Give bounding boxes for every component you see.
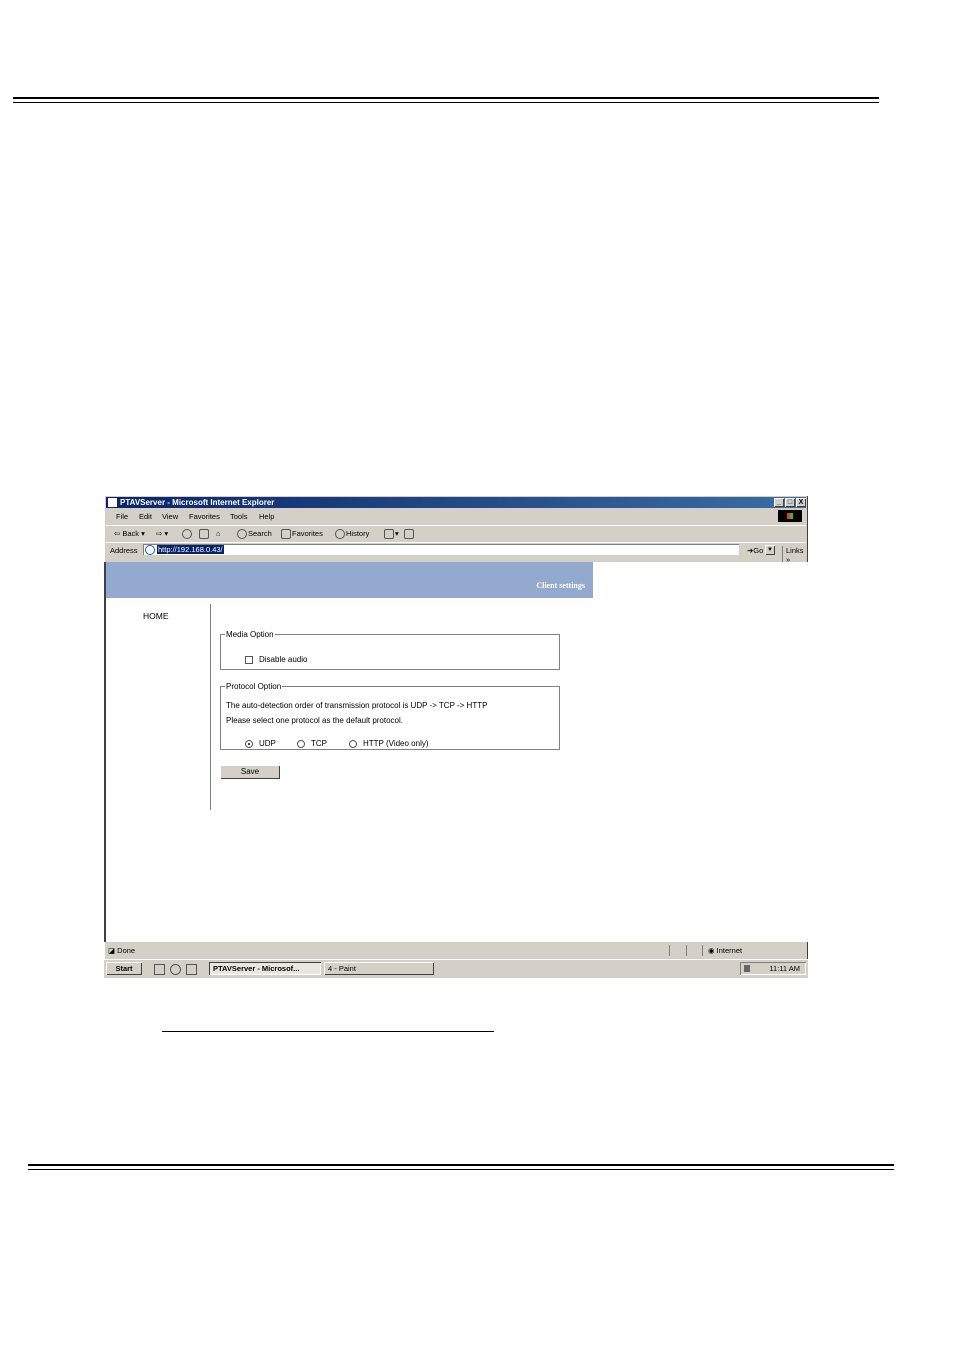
address-input[interactable]: http://192.168.0.43/ ▼ — [143, 544, 775, 555]
radio-tcp[interactable]: TCP — [297, 739, 327, 748]
menu-favorites[interactable]: Favorites — [189, 512, 220, 521]
ie-quicklaunch-icon[interactable] — [170, 964, 181, 975]
print-icon[interactable] — [404, 529, 415, 540]
search-button[interactable]: Search — [237, 529, 272, 540]
menu-tools[interactable]: Tools — [230, 512, 248, 521]
radio-http-circle[interactable] — [349, 739, 357, 748]
nav-home-link[interactable]: HOME — [143, 611, 169, 621]
status-bar: ◪ Done ◉ Internet — [104, 944, 808, 957]
links-label: Links — [786, 546, 804, 555]
task-ptavserver[interactable]: PTAVServer - Microsof... — [209, 962, 321, 975]
menu-edit[interactable]: Edit — [139, 512, 152, 521]
radio-http-label: HTTP (Video only) — [363, 739, 429, 748]
show-desktop-icon[interactable] — [154, 964, 165, 975]
status-divider — [686, 945, 687, 956]
go-label: Go — [753, 546, 764, 555]
favorites-button[interactable]: Favorites — [281, 529, 323, 540]
radio-udp[interactable]: UDP — [245, 739, 276, 748]
disable-audio-checkbox[interactable]: Disable audio — [245, 655, 307, 664]
protocol-option-group: Protocol Option The auto-detection order… — [220, 682, 560, 750]
search-icon — [237, 529, 247, 540]
menu-view[interactable]: View — [162, 512, 178, 521]
radio-tcp-circle[interactable] — [297, 739, 305, 748]
protocol-select-text: Please select one protocol as the defaul… — [226, 716, 403, 725]
favorites-label: Favorites — [292, 529, 323, 538]
disable-audio-label: Disable audio — [259, 655, 308, 664]
protocol-order-text: The auto-detection order of transmission… — [226, 701, 488, 710]
forward-button[interactable]: ⇨ ▾ — [156, 529, 168, 538]
mail-icon[interactable]: ▾ — [384, 529, 399, 540]
maximize-button[interactable]: □ — [785, 498, 795, 507]
nav-divider — [210, 604, 211, 810]
status-text: ◪ Done — [108, 946, 136, 955]
history-icon — [335, 529, 345, 540]
menu-help[interactable]: Help — [259, 512, 274, 521]
clock: 11:11 AM — [769, 964, 800, 973]
checkbox-box[interactable] — [245, 655, 253, 664]
header-rule — [13, 97, 879, 103]
history-label: History — [346, 529, 370, 538]
protocol-option-legend: Protocol Option — [226, 682, 282, 691]
save-button[interactable]: Save — [220, 765, 280, 779]
media-option-legend: Media Option — [226, 630, 274, 639]
title-bar: PTAVServer - Microsoft Internet Explorer… — [106, 497, 806, 508]
page-content: Client settings HOME Media Option Disabl… — [104, 562, 808, 942]
browser-window: PTAVServer - Microsoft Internet Explorer… — [104, 495, 808, 978]
favorites-icon — [281, 529, 291, 540]
speaker-icon[interactable] — [744, 965, 750, 972]
radio-tcp-label: TCP — [311, 739, 327, 748]
start-button[interactable]: Start — [106, 962, 142, 975]
search-label: Search — [248, 529, 272, 538]
go-button[interactable]: ➔Go — [747, 546, 763, 555]
refresh-icon[interactable] — [199, 529, 210, 540]
status-done-label: Done — [117, 946, 136, 955]
page-banner: Client settings — [106, 562, 593, 598]
page-icon — [145, 545, 155, 555]
windows-logo-icon — [778, 510, 802, 522]
security-zone: ◉ Internet — [708, 946, 743, 955]
caption-underline — [162, 1031, 494, 1032]
status-divider — [702, 945, 703, 956]
close-button[interactable]: X — [796, 498, 806, 507]
system-tray: 11:11 AM — [740, 962, 806, 975]
address-dropdown-icon[interactable]: ▼ — [765, 545, 775, 555]
menu-file[interactable]: File — [116, 512, 128, 521]
address-label: Address — [110, 546, 138, 555]
back-button[interactable]: ⇦ Back ▾ — [114, 529, 145, 538]
menu-bar: File Edit View Favorites Tools Help — [106, 510, 806, 522]
radio-http[interactable]: HTTP (Video only) — [349, 739, 429, 748]
taskbar: Start PTAVServer - Microsof... 4 - Paint… — [104, 959, 808, 978]
footer-rule — [28, 1164, 894, 1170]
media-option-group: Media Option Disable audio — [220, 630, 560, 670]
minimize-button[interactable]: _ — [774, 498, 784, 507]
address-bar: Address http://192.168.0.43/ ▼ ➔Go Links… — [106, 542, 806, 564]
back-label: Back — [122, 529, 140, 538]
stop-icon[interactable] — [182, 529, 193, 540]
radio-udp-circle[interactable] — [245, 739, 253, 748]
address-url: http://192.168.0.43/ — [157, 545, 224, 554]
task-paint[interactable]: 4 - Paint — [324, 962, 434, 975]
status-divider — [669, 945, 670, 956]
outlook-quicklaunch-icon[interactable] — [186, 964, 197, 975]
zone-label: Internet — [716, 946, 743, 955]
history-button[interactable]: History — [335, 529, 370, 540]
window-title: PTAVServer - Microsoft Internet Explorer — [120, 498, 275, 507]
toolbar: ⇦ Back ▾ ⇨ ▾ ⌂ Search Favorites History … — [106, 525, 806, 541]
ie-app-icon — [108, 498, 117, 507]
home-icon[interactable]: ⌂ — [216, 529, 221, 538]
radio-udp-label: UDP — [259, 739, 276, 748]
page-title: Client settings — [536, 581, 585, 590]
